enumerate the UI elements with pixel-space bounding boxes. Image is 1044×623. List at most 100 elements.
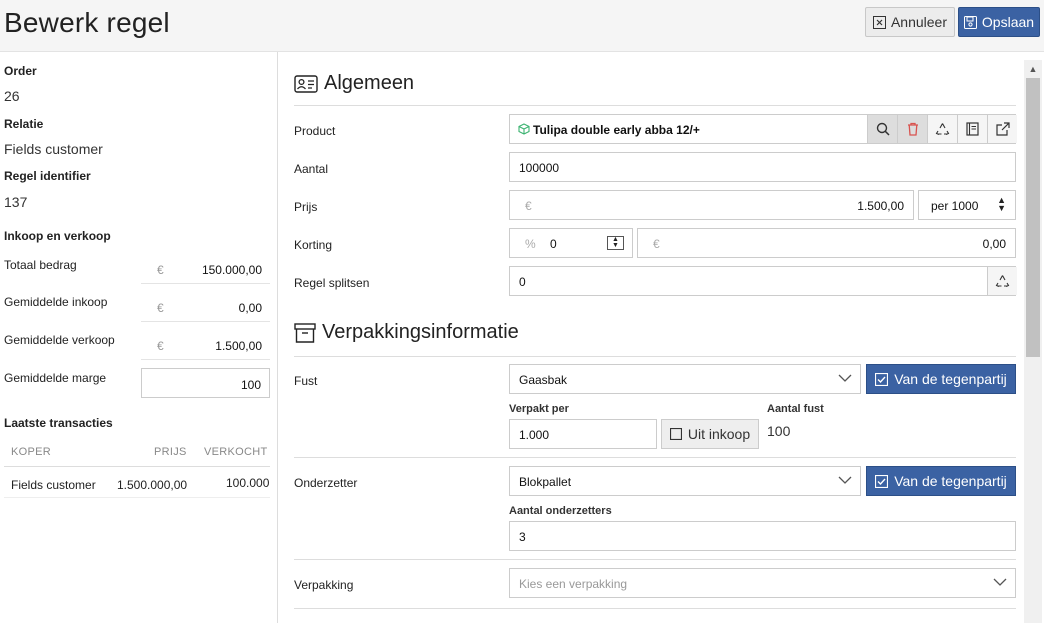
section-verpakking-title: Verpakkingsinformatie <box>294 321 519 344</box>
totaal-bedrag-value: € 150.000,00 <box>141 254 270 284</box>
order-label: Order <box>4 64 37 78</box>
totaal-bedrag-label: Totaal bedrag <box>4 258 77 272</box>
search-icon <box>876 122 890 136</box>
product-notes-button[interactable] <box>957 115 987 143</box>
section-algemeen-title: Algemeen <box>294 72 414 95</box>
prijs-unit-value: per 1000 <box>931 199 979 213</box>
product-value: Tulipa double early abba 12/+ <box>533 123 700 137</box>
section-divider <box>294 105 1016 106</box>
uit-inkoop-label: Uit inkoop <box>687 426 751 442</box>
checkbox-checked-icon <box>875 372 889 386</box>
regel-splitsen-input[interactable]: 0 <box>509 266 1017 296</box>
save-button[interactable]: Opslaan <box>958 7 1040 37</box>
korting-label: Korting <box>294 238 333 252</box>
prijs-input[interactable]: € 1.500,00 <box>509 190 914 220</box>
algemeen-title-text: Algemeen <box>324 72 415 94</box>
percent-symbol: % <box>525 237 536 251</box>
fust-select[interactable]: Gaasbak <box>509 364 861 394</box>
updown-arrows-icon: ▲ ▼ <box>997 195 1006 213</box>
currency-symbol: € <box>157 301 164 315</box>
product-field[interactable]: Tulipa double early abba 12/+ <box>509 114 1017 144</box>
onderzetter-value: Blokpallet <box>519 475 572 489</box>
verpakking-select[interactable]: Kies een verpakking <box>509 568 1016 598</box>
verpakking-title-text: Verpakkingsinformatie <box>322 321 519 343</box>
korting-amount-input[interactable]: € 0,00 <box>637 228 1016 258</box>
page-title: Bewerk regel <box>4 7 170 38</box>
prijs-value: 1.500,00 <box>857 199 904 213</box>
archive-box-icon <box>294 322 316 343</box>
aantal-onderzetters-input[interactable]: 3 <box>509 521 1016 551</box>
summary-panel: Order 26 Relatie Fields customer Regel i… <box>0 52 278 623</box>
table-divider <box>4 497 270 498</box>
korting-amount-value: 0,00 <box>982 237 1006 251</box>
aantal-value: 100000 <box>519 161 560 175</box>
cancel-button[interactable]: Annuleer <box>865 7 955 37</box>
book-icon <box>966 122 979 136</box>
laatste-transacties-title: Laatste transacties <box>4 416 113 430</box>
currency-symbol: € <box>653 237 660 251</box>
column-header-koper: KOPER <box>11 446 52 458</box>
number-spinner[interactable]: ▲ ▼ <box>607 236 624 250</box>
product-open-button[interactable] <box>987 115 1017 143</box>
scrollbar-thumb[interactable] <box>1026 78 1040 357</box>
onderzetter-van-tegenpartij-button[interactable]: Van de tegenpartij <box>866 466 1016 496</box>
recycle-icon <box>995 275 1010 288</box>
korting-percentage-value: 0 <box>550 237 557 251</box>
aantal-fust-value: 100 <box>767 423 791 439</box>
product-recycle-button[interactable] <box>927 115 957 143</box>
order-value: 26 <box>4 88 20 104</box>
product-delete-button[interactable] <box>897 115 927 143</box>
scroll-up-arrow[interactable]: ▲ <box>1024 60 1042 77</box>
regel-identifier-value: 137 <box>4 194 28 210</box>
regel-splitsen-recycle-button[interactable] <box>987 267 1017 295</box>
section-divider <box>294 559 1016 560</box>
column-header-verkocht: VERKOCHT <box>204 446 268 458</box>
aantal-onderzetters-value: 3 <box>519 530 526 544</box>
page-header: Bewerk regel Annuleer Opslaan <box>0 0 1044 52</box>
korting-percentage-input[interactable]: % 0 ▲ ▼ <box>509 228 633 258</box>
aantal-fust-label: Aantal fust <box>767 403 824 415</box>
trash-icon <box>907 122 918 136</box>
amount: 100 <box>240 378 261 392</box>
section-divider <box>294 457 1016 458</box>
table-cell-koper: Fields customer <box>11 478 96 492</box>
verpakt-per-value: 1.000 <box>519 428 550 442</box>
table-divider <box>4 466 270 467</box>
product-search-button[interactable] <box>867 115 897 143</box>
onderzetter-select[interactable]: Blokpallet <box>509 466 861 496</box>
gemiddelde-marge-value: 100 <box>141 368 270 398</box>
section-divider <box>294 356 1016 357</box>
regel-splitsen-value: 0 <box>519 275 526 289</box>
verpakking-label: Verpakking <box>294 578 354 592</box>
onderzetter-label: Onderzetter <box>294 476 358 490</box>
amount: 0,00 <box>238 301 262 315</box>
prijs-unit-select[interactable]: per 1000 ▲ ▼ <box>918 190 1016 220</box>
gemiddelde-marge-label: Gemiddelde marge <box>4 371 107 385</box>
relatie-label: Relatie <box>4 117 44 131</box>
fust-van-tegenpartij-button[interactable]: Van de tegenpartij <box>866 364 1016 394</box>
verpakt-per-input[interactable]: 1.000 <box>509 419 657 449</box>
chevron-down-icon <box>838 374 852 382</box>
aantal-input[interactable]: 100000 <box>509 152 1016 182</box>
checkbox-checked-icon <box>875 474 889 488</box>
van-tegenpartij-label: Van de tegenpartij <box>894 473 1007 489</box>
uit-inkoop-button[interactable]: Uit inkoop <box>661 419 759 449</box>
id-card-icon <box>294 74 318 93</box>
chevron-down-icon <box>993 578 1007 586</box>
amount: 1.500,00 <box>215 339 262 353</box>
close-box-icon <box>872 15 886 29</box>
column-header-prijs: PRIJS <box>154 446 187 458</box>
regel-identifier-label: Regel identifier <box>4 169 91 183</box>
save-label: Opslaan <box>981 14 1035 30</box>
recycle-icon <box>935 123 950 136</box>
section-divider <box>294 608 1016 609</box>
fust-label: Fust <box>294 374 318 388</box>
gemiddelde-verkoop-label: Gemiddelde verkoop <box>4 333 115 347</box>
chevron-down-icon <box>838 476 852 484</box>
currency-symbol: € <box>157 339 164 353</box>
aantal-label: Aantal <box>294 162 329 176</box>
inkoop-verkoop-title: Inkoop en verkoop <box>4 229 111 243</box>
gemiddelde-inkoop-label: Gemiddelde inkoop <box>4 295 108 309</box>
table-cell-verkocht: 100.000 <box>226 476 270 490</box>
external-link-icon <box>995 122 1010 136</box>
